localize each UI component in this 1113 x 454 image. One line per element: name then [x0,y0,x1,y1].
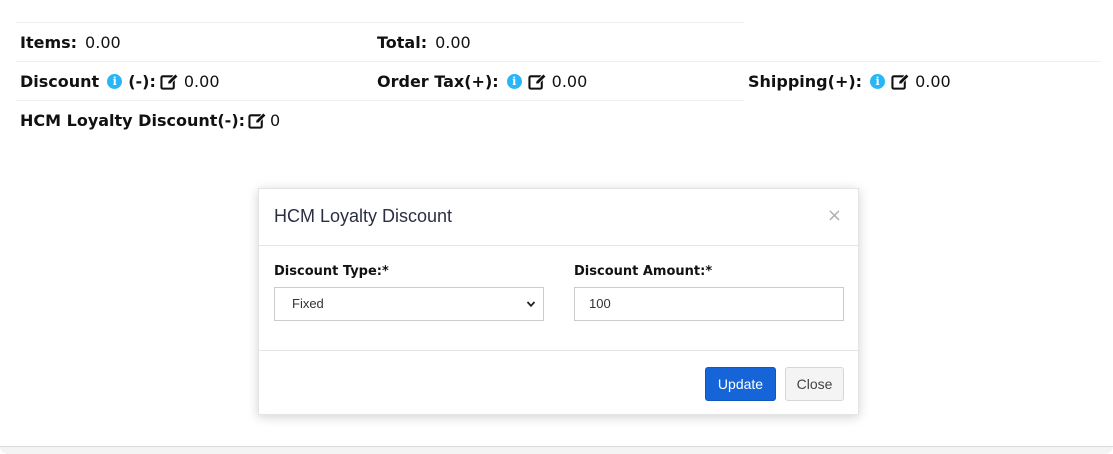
total-row: Total: 0.00 [377,33,471,52]
edit-icon[interactable] [248,111,267,130]
order-tax-label: Order Tax(+): [377,72,499,91]
loyalty-row: HCM Loyalty Discount(-): 0 [20,111,280,130]
edit-icon[interactable] [891,72,910,91]
divider [16,61,1101,62]
discount-value: 0.00 [183,72,220,91]
items-label: Items: [20,33,78,52]
modal-footer: Update Close [259,350,858,415]
loyalty-value: 0 [270,111,281,130]
discount-type-label: Discount Type:* [274,264,389,279]
info-icon[interactable]: i [506,74,522,89]
discount-sign: (-): [128,72,156,91]
update-button[interactable]: Update [705,367,776,401]
modal-title: HCM Loyalty Discount [274,206,453,226]
panel-bottom-edge [0,446,1113,454]
items-value: 0.00 [85,33,121,52]
loyalty-label: HCM Loyalty Discount(-): [20,111,246,130]
shipping-row: Shipping(+): i 0.00 [748,72,951,91]
close-button[interactable]: Close [785,367,844,401]
shipping-value: 0.00 [915,72,951,91]
items-row: Items: 0.00 [20,33,121,52]
info-icon[interactable]: i [870,74,886,89]
modal-header: HCM Loyalty Discount × [259,189,858,246]
order-tax-row: Order Tax(+): i 0.00 [377,72,587,91]
loyalty-discount-modal: HCM Loyalty Discount × Discount Type:* F… [258,188,859,415]
discount-amount-label: Discount Amount:* [574,264,713,279]
discount-type-select[interactable]: Fixed [274,287,544,321]
edit-icon[interactable] [528,72,547,91]
discount-amount-input[interactable]: 100 [574,287,844,321]
total-value: 0.00 [435,33,471,52]
shipping-label: Shipping(+): [748,72,863,91]
chevron-down-icon [526,301,536,308]
divider [16,100,744,101]
edit-icon[interactable] [160,72,179,91]
divider [16,22,744,23]
info-icon[interactable]: i [107,74,123,89]
discount-row: Discount i (-): 0.00 [20,72,220,91]
discount-label: Discount [20,72,100,91]
order-tax-value: 0.00 [551,72,588,91]
total-label: Total: [377,33,428,52]
discount-type-value: Fixed [292,296,324,311]
discount-amount-value: 100 [589,296,611,311]
close-icon[interactable]: × [827,205,842,226]
